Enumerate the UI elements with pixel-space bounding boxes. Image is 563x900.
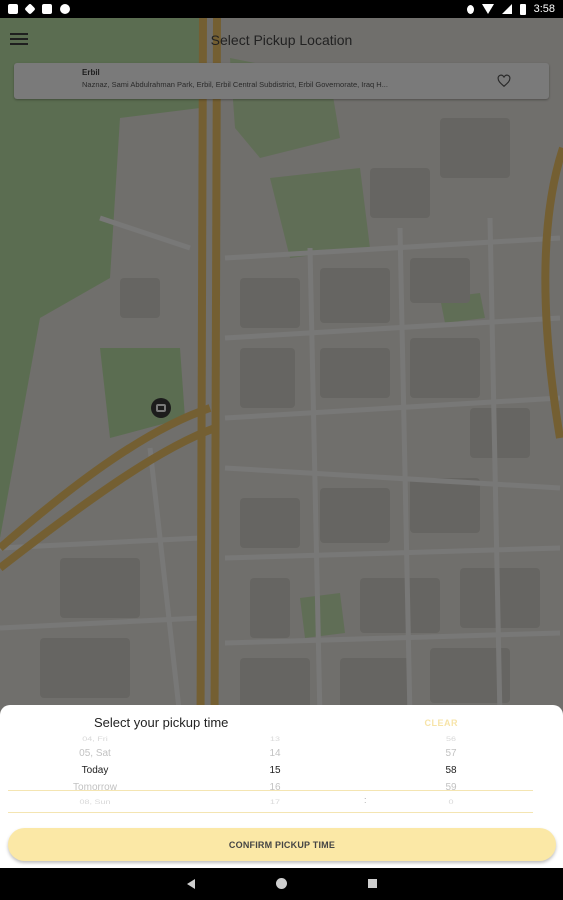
- minute-option[interactable]: 56: [396, 735, 506, 743]
- day-option[interactable]: 08, Sun: [40, 798, 150, 806]
- signal-icon: [501, 4, 512, 14]
- day-option[interactable]: 04, Fri: [40, 735, 150, 743]
- time-picker: 04, Fri 05, Sat Today Tomorrow 08, Sun 1…: [0, 733, 563, 818]
- settings-icon: [24, 3, 36, 15]
- minute-option[interactable]: 57: [396, 745, 506, 762]
- page-title: Select Pickup Location: [210, 32, 353, 48]
- hour-option-selected[interactable]: 15: [220, 762, 330, 779]
- system-nav-bar: [0, 868, 563, 900]
- day-wheel[interactable]: 04, Fri 05, Sat Today Tomorrow 08, Sun: [40, 733, 150, 818]
- hour-wheel[interactable]: 13 14 15 16 17: [220, 733, 330, 818]
- sd-card-icon: [42, 4, 52, 14]
- recents-square-icon[interactable]: [368, 879, 377, 888]
- hour-option[interactable]: 17: [220, 798, 330, 806]
- time-separator: :: [364, 795, 367, 805]
- clear-button[interactable]: CLEAR: [425, 718, 459, 728]
- minute-wheel[interactable]: 56 57 58 59 0: [396, 733, 506, 818]
- minute-option[interactable]: 0: [396, 798, 506, 806]
- confirm-pickup-time-button[interactable]: CONFIRM PICKUP TIME: [8, 828, 556, 861]
- status-bar: 3:58: [0, 0, 563, 18]
- address-card[interactable]: Erbil Naznaz, Sami Abdulrahman Park, Erb…: [14, 63, 549, 99]
- pickup-time-sheet: Select your pickup time CLEAR 04, Fri 05…: [0, 705, 563, 868]
- address-city: Erbil: [82, 68, 100, 77]
- day-option-selected[interactable]: Today: [40, 762, 150, 779]
- status-time: 3:58: [533, 3, 555, 15]
- address-full: Naznaz, Sami Abdulrahman Park, Erbil, Er…: [82, 80, 388, 89]
- back-triangle-icon[interactable]: [187, 879, 195, 889]
- day-option[interactable]: Tomorrow: [40, 779, 150, 796]
- hour-option[interactable]: 16: [220, 779, 330, 796]
- selection-line-bottom: [8, 812, 533, 813]
- hamburger-menu-icon[interactable]: [10, 30, 28, 48]
- minute-option[interactable]: 59: [396, 779, 506, 796]
- heart-outline-icon[interactable]: [497, 74, 511, 88]
- selection-line-top: [8, 790, 533, 791]
- wifi-icon: [481, 4, 494, 14]
- location-icon: [466, 4, 474, 14]
- vpn-icon: [60, 4, 70, 14]
- minute-option-selected[interactable]: 58: [396, 762, 506, 779]
- sheet-title: Select your pickup time: [94, 715, 229, 730]
- notification-icon: [8, 4, 18, 14]
- hour-option[interactable]: 14: [220, 745, 330, 762]
- day-option[interactable]: 05, Sat: [40, 745, 150, 762]
- bus-stop-icon[interactable]: [151, 398, 171, 418]
- home-circle-icon[interactable]: [276, 878, 287, 889]
- hour-option[interactable]: 13: [220, 735, 330, 743]
- app-bar: Select Pickup Location: [0, 18, 563, 62]
- battery-icon: [519, 3, 526, 15]
